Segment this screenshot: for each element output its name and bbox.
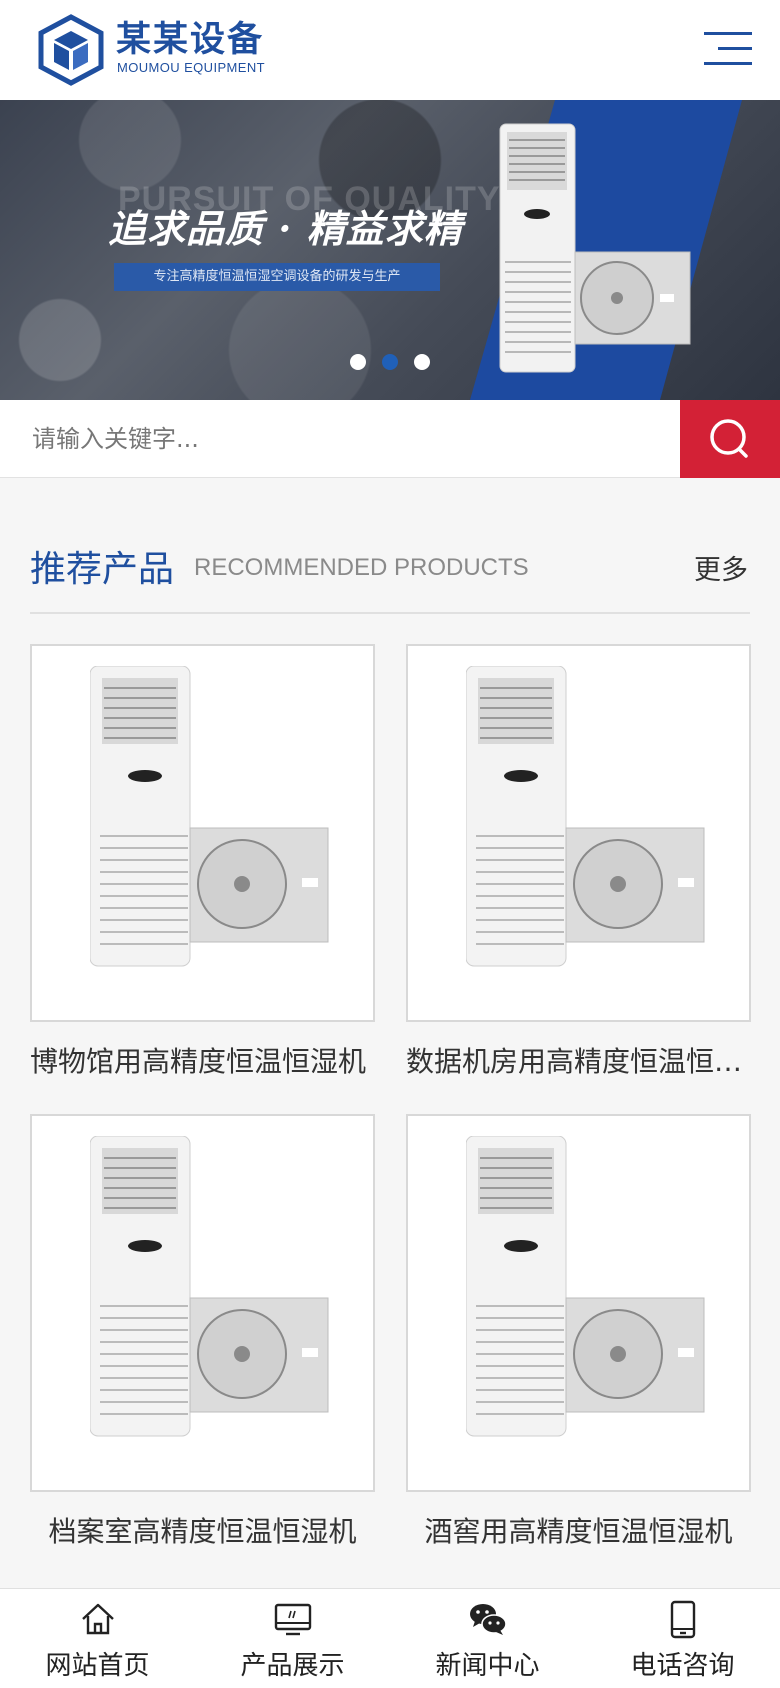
search-input[interactable] xyxy=(0,400,680,478)
product-image xyxy=(406,644,751,1022)
product-name[interactable]: 档案室高精度恒温恒湿机 xyxy=(30,1512,375,1552)
product-card[interactable]: 数据机房用高精度恒温恒湿机 xyxy=(406,644,751,1082)
search-button[interactable] xyxy=(680,400,780,478)
carousel-dot-2[interactable] xyxy=(382,354,398,370)
section-title-en: RECOMMENDED PRODUCTS xyxy=(194,554,529,581)
banner-subtitle: 专注高精度恒温恒湿空调设备的研发与生产 xyxy=(114,263,440,291)
product-image xyxy=(406,1114,751,1492)
bottom-nav: 网站首页 产品展示 新闻中心 电话咨询 xyxy=(0,1588,780,1688)
carousel-dot-1[interactable] xyxy=(350,354,366,370)
banner-title: 追求品质 · 精益求精 xyxy=(108,206,463,251)
search-icon xyxy=(710,419,748,458)
phone-icon xyxy=(670,1600,696,1639)
hamburger-icon[interactable] xyxy=(700,28,752,70)
product-card[interactable]: 博物馆用高精度恒温恒湿机 xyxy=(30,644,375,1082)
brand-name: 某某设备 xyxy=(116,20,265,60)
product-name[interactable]: 酒窖用高精度恒温恒湿机 xyxy=(406,1512,751,1552)
nav-label: 电话咨询 xyxy=(630,1651,735,1681)
product-card[interactable]: 酒窖用高精度恒温恒湿机 xyxy=(406,1114,751,1552)
section-title: 推荐产品 xyxy=(30,549,175,590)
monitor-icon xyxy=(274,1603,312,1636)
brand-subtitle: MOUMOU EQUIPMENT xyxy=(117,60,265,75)
more-link[interactable]: 更多 xyxy=(694,548,748,587)
banner-carousel[interactable]: PURSUIT OF QUALITY 追求品质 · 精益求精 专注高精度恒温恒湿… xyxy=(0,100,780,400)
product-image xyxy=(30,1114,375,1492)
nav-label: 网站首页 xyxy=(45,1651,150,1681)
header: 某某设备 MOUMOU EQUIPMENT xyxy=(0,0,780,100)
air-conditioner-image xyxy=(499,123,691,373)
nav-item-phone[interactable]: 电话咨询 xyxy=(585,1589,780,1688)
section-divider xyxy=(30,612,750,614)
product-image xyxy=(30,644,375,1022)
search-bar xyxy=(0,400,780,478)
nav-item-news[interactable]: 新闻中心 xyxy=(390,1589,585,1688)
logo-icon[interactable] xyxy=(38,14,104,86)
product-name[interactable]: 数据机房用高精度恒温恒湿机 xyxy=(406,1042,751,1082)
home-icon xyxy=(82,1603,114,1635)
product-card[interactable]: 档案室高精度恒温恒湿机 xyxy=(30,1114,375,1552)
nav-label: 新闻中心 xyxy=(435,1651,540,1681)
nav-label: 产品展示 xyxy=(240,1651,345,1681)
nav-item-home[interactable]: 网站首页 xyxy=(0,1589,195,1688)
product-name[interactable]: 博物馆用高精度恒温恒湿机 xyxy=(30,1042,375,1082)
wechat-icon xyxy=(470,1604,507,1635)
carousel-dot-3[interactable] xyxy=(414,354,430,370)
nav-item-products[interactable]: 产品展示 xyxy=(195,1589,390,1688)
